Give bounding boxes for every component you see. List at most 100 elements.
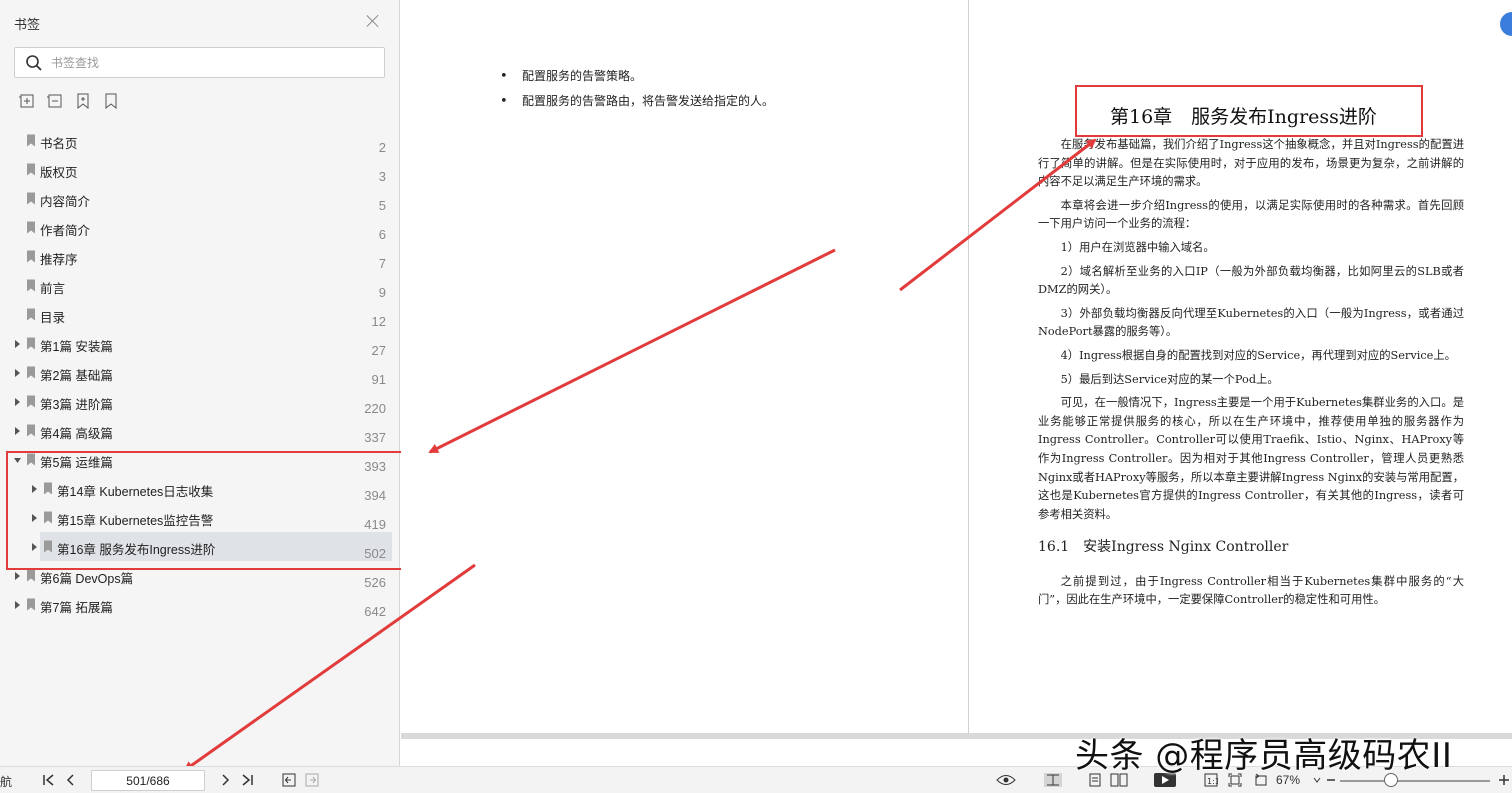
paragraph: 1）用户在浏览器中输入域名。 [1060, 240, 1215, 254]
last-page-icon[interactable] [240, 773, 254, 787]
collapsed-arrow-icon[interactable] [14, 397, 22, 407]
bookmark-icon [27, 221, 35, 234]
bookmark-item[interactable]: 第5篇 运维篇 393 [0, 445, 400, 474]
bookmark-icon [27, 569, 35, 582]
bookmark-icon [44, 540, 52, 553]
bookmark-item[interactable]: 目录 12 [0, 300, 400, 329]
bookmark-icon [27, 598, 35, 611]
bookmark-page-number: 27 [371, 343, 386, 358]
search-icon [26, 55, 42, 71]
page-number-input[interactable] [91, 770, 205, 791]
bookmark-icon [27, 192, 35, 205]
collapsed-arrow-icon[interactable] [31, 484, 39, 494]
bookmark-icon [27, 395, 35, 408]
prev-page-icon[interactable] [64, 773, 78, 787]
paragraph: 之前提到过，由于Ingress Controller相当于Kubernetes集… [1038, 574, 1464, 607]
bookmark-icon [44, 511, 52, 524]
bookmark-label: 第16章 服务发布Ingress进阶 [57, 543, 216, 557]
first-page-icon[interactable] [42, 773, 56, 787]
collapsed-arrow-icon[interactable] [14, 368, 22, 378]
zoom-in-icon[interactable] [1498, 773, 1510, 787]
bookmark-icon [27, 250, 35, 263]
bookmark-page-number: 6 [378, 227, 386, 242]
bookmark-item[interactable]: 前言 9 [0, 271, 400, 300]
expand-all-icon[interactable] [18, 92, 36, 110]
bookmark-label: 第3篇 进阶篇 [40, 398, 113, 412]
forward-icon[interactable] [305, 773, 319, 787]
bookmark-search-input[interactable] [51, 53, 371, 73]
paragraph: 在服务发布基础篇，我们介绍了Ingress这个抽象概念，并且对Ingress的配… [1038, 138, 1464, 189]
collapsed-arrow-icon[interactable] [31, 542, 39, 552]
bookmark-item[interactable]: 第14章 Kubernetes日志收集 394 [0, 474, 400, 503]
bookmark-label: 第7篇 拓展篇 [40, 601, 113, 615]
bookmark-icon [27, 279, 35, 292]
single-page-icon[interactable] [1044, 773, 1062, 787]
bookmark-item[interactable]: 第2篇 基础篇 91 [0, 358, 400, 387]
paragraph: 本章将会进一步介绍Ingress的使用，以满足实际使用时的各种需求。首先回顾一下… [1038, 198, 1464, 231]
collapse-all-icon[interactable] [46, 92, 64, 110]
paragraph: 2）域名解析至业务的入口IP（一般为外部负载均衡器，比如阿里云的SLB或者DMZ… [1038, 264, 1464, 297]
annotation-box-title [1075, 85, 1423, 137]
bookmark-item[interactable]: 第4篇 高级篇 337 [0, 416, 400, 445]
paragraph: 5）最后到达Service对应的某一个Pod上。 [1060, 372, 1279, 386]
remove-bookmark-icon[interactable] [102, 92, 120, 110]
paragraph: 可见，在一般情况下，Ingress主要是一个用于Kubernetes集群业务的入… [1038, 396, 1464, 521]
bookmark-label: 内容简介 [40, 195, 91, 209]
zoom-slider[interactable] [1340, 780, 1490, 782]
bookmark-item[interactable]: 第3篇 进阶篇 220 [0, 387, 400, 416]
bookmark-item[interactable]: 第16章 服务发布Ingress进阶 502 [32, 532, 392, 561]
bookmark-item[interactable]: 推荐序 7 [0, 242, 400, 271]
bookmark-search-box[interactable] [14, 47, 385, 78]
right-page-content: 在服务发布基础篇，我们介绍了Ingress这个抽象概念，并且对Ingress的配… [1038, 136, 1464, 615]
paragraph: 3）外部负载均衡器反向代理至Kubernetes的入口（一般为Ingress，或… [1038, 306, 1464, 339]
bookmark-label: 前言 [40, 282, 66, 296]
next-page-icon[interactable] [218, 773, 232, 787]
bookmark-label: 书名页 [40, 137, 78, 151]
bookmark-page-number: 642 [364, 604, 386, 619]
collapsed-arrow-icon[interactable] [31, 513, 39, 523]
bookmark-label: 作者简介 [40, 224, 91, 238]
bookmark-page-number: 502 [364, 546, 386, 561]
bookmark-icon [27, 337, 35, 350]
bullet-item: 配置服务的告警路由，将告警发送给指定的人。 [500, 89, 940, 114]
bookmark-item[interactable]: 第6篇 DevOps篇 526 [0, 561, 400, 590]
add-bookmark-icon[interactable] [74, 92, 92, 110]
bookmark-label: 第2篇 基础篇 [40, 369, 113, 383]
bookmark-page-number: 220 [364, 401, 386, 416]
bookmark-page-number: 419 [364, 517, 386, 532]
back-icon[interactable] [282, 773, 296, 787]
page-divider [968, 0, 969, 736]
bookmark-item[interactable]: 第15章 Kubernetes监控告警 419 [0, 503, 400, 532]
expanded-arrow-icon[interactable] [14, 455, 22, 465]
bookmark-item[interactable]: 书名页 2 [0, 126, 400, 155]
collapsed-arrow-icon[interactable] [14, 339, 22, 349]
bookmark-sidebar: 书签 书名页 2 版权页 3 内容简介 5 作者简介 6 推荐序 7 前言 9 目录 12 第1篇 安装篇 2… [0, 0, 400, 766]
bookmark-item[interactable]: 作者简介 6 [0, 213, 400, 242]
bookmark-page-number: 12 [371, 314, 386, 329]
bookmark-item[interactable]: 内容简介 5 [0, 184, 400, 213]
collapsed-arrow-icon[interactable] [14, 426, 22, 436]
bookmark-item[interactable]: 第7篇 拓展篇 642 [0, 590, 400, 619]
bookmark-page-number: 526 [364, 575, 386, 590]
bookmark-icon [27, 308, 35, 321]
bookmark-label: 第14章 Kubernetes日志收集 [57, 485, 214, 499]
bookmark-icon [27, 453, 35, 466]
bookmark-label: 第6篇 DevOps篇 [40, 572, 134, 586]
bookmark-item[interactable]: 第1篇 安装篇 27 [0, 329, 400, 358]
bookmark-label: 第5篇 运维篇 [40, 456, 113, 470]
bookmark-icon [27, 424, 35, 437]
bookmark-label: 推荐序 [40, 253, 78, 267]
bookmark-page-number: 7 [378, 256, 386, 271]
bookmark-label: 第4篇 高级篇 [40, 427, 113, 441]
close-icon[interactable] [364, 12, 382, 30]
bookmark-item[interactable]: 版权页 3 [0, 155, 400, 184]
collapsed-arrow-icon[interactable] [14, 571, 22, 581]
bookmark-page-number: 5 [378, 198, 386, 213]
collapsed-arrow-icon[interactable] [14, 600, 22, 610]
bookmark-label: 目录 [40, 311, 66, 325]
bookmark-page-number: 2 [378, 140, 386, 155]
bookmark-page-number: 394 [364, 488, 386, 503]
eye-icon[interactable] [996, 773, 1016, 787]
watermark: 头条 @程序员高级码农II [1075, 736, 1453, 776]
nav-label[interactable]: 航 [0, 773, 12, 790]
